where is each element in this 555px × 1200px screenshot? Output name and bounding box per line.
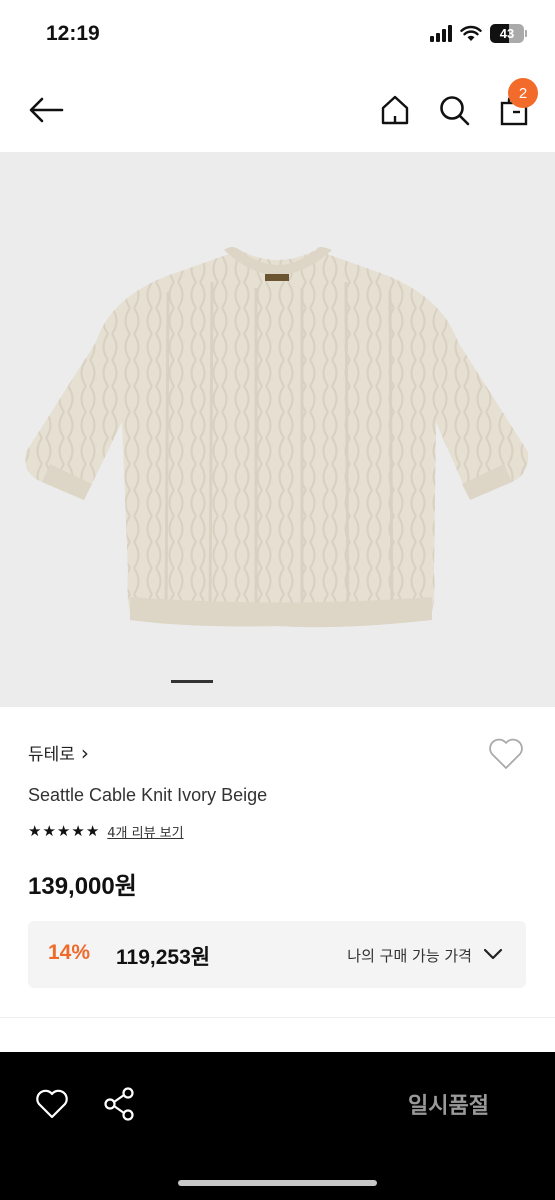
carousel-indicator — [171, 680, 213, 683]
status-bar: 12:19 43 — [0, 0, 555, 70]
star-icon: ★ — [28, 822, 42, 840]
star-icon: ★ — [85, 822, 100, 840]
review-link[interactable]: 4개 리뷰 보기 — [107, 822, 183, 841]
search-button[interactable] — [434, 90, 474, 130]
my-price-panel[interactable]: 14% 119,253원 나의 구매 가능 가격 — [28, 921, 526, 988]
original-price: 139,000원 — [28, 873, 137, 900]
signal-icon — [430, 25, 452, 42]
section-divider — [0, 1017, 555, 1018]
top-nav-bar — [0, 70, 555, 152]
my-price-label: 나의 구매 가능 가격 — [347, 947, 472, 965]
home-icon — [381, 95, 409, 125]
share-button[interactable] — [100, 1084, 140, 1124]
battery-icon: 43 — [490, 24, 527, 43]
discount-rate: 14% — [48, 941, 91, 964]
wishlist-button[interactable] — [486, 734, 526, 774]
status-time: 12:19 — [46, 22, 100, 45]
rating-row: ★ ★ ★ ★ ★ 4개 리뷰 보기 — [28, 822, 184, 842]
home-indicator — [178, 1180, 377, 1186]
chevron-down-icon — [483, 948, 503, 960]
share-icon — [104, 1087, 134, 1121]
heart-icon — [36, 1089, 68, 1119]
search-icon — [440, 96, 470, 126]
brand-link[interactable]: 듀테로 › — [28, 740, 89, 766]
expand-price-button[interactable] — [482, 943, 504, 965]
soldout-button[interactable]: 일시품절 — [408, 1088, 489, 1120]
star-rating: ★ ★ ★ ★ ★ — [28, 824, 99, 839]
brand-chevron: › — [80, 740, 89, 765]
discount-price: 119,253원 — [116, 946, 211, 969]
heart-icon — [489, 738, 523, 769]
back-button[interactable] — [24, 90, 68, 130]
arrow-left-icon — [29, 97, 64, 123]
product-image-sweater — [25, 247, 529, 628]
wifi-icon — [460, 25, 482, 41]
brand-name: 듀테로 — [28, 745, 75, 765]
bottom-wishlist-button[interactable] — [32, 1084, 72, 1124]
battery-level: 43 — [499, 26, 515, 41]
star-icon: ★ — [71, 822, 85, 840]
product-name: Seattle Cable Knit Ivory Beige — [28, 785, 268, 805]
product-image-carousel[interactable] — [0, 152, 555, 707]
status-icons: 43 — [430, 24, 527, 43]
bottom-action-bar: 일시품절 — [0, 1052, 555, 1200]
star-icon: ★ — [56, 822, 71, 840]
home-button[interactable] — [376, 90, 414, 130]
cart-count-badge: 2 — [508, 78, 538, 108]
star-icon: ★ — [42, 822, 56, 840]
